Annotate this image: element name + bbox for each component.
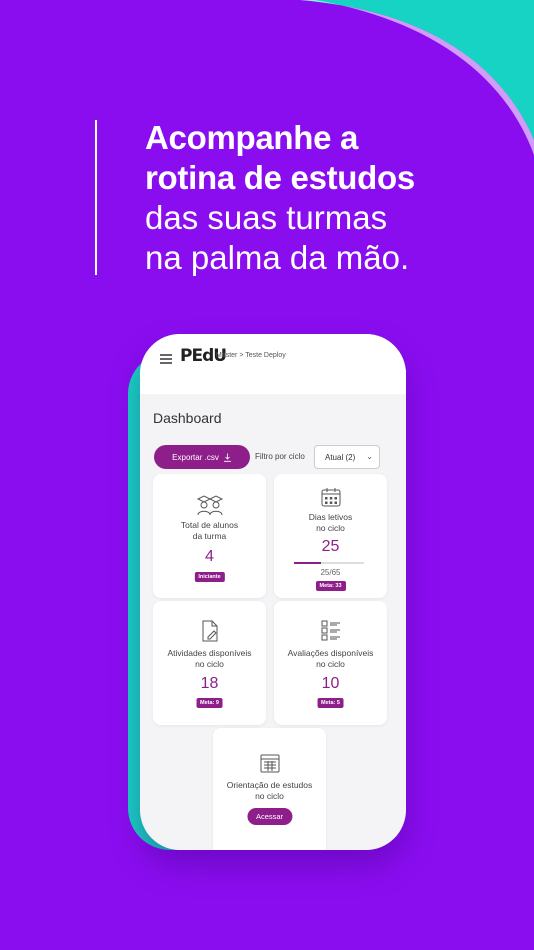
activities-label-2: no ciclo xyxy=(195,659,224,669)
document-edit-icon xyxy=(202,620,217,642)
students-badge: Iniciante xyxy=(194,572,225,582)
headline-divider xyxy=(95,120,97,275)
calendar-icon xyxy=(321,488,340,507)
menu-icon[interactable] xyxy=(160,354,172,364)
activities-label-1: Atividades disponíveis xyxy=(167,648,252,658)
download-icon xyxy=(223,453,231,462)
headline-line-1: Acompanhe a xyxy=(145,119,359,156)
days-progress-text: 25/65 xyxy=(320,568,341,577)
export-csv-label: Exportar .csv xyxy=(172,452,219,462)
days-progress-fill xyxy=(294,562,321,564)
evaluations-value: 10 xyxy=(321,675,340,692)
checklist-icon xyxy=(321,620,340,641)
headline-line-3: das suas turmas xyxy=(145,199,388,236)
activities-value: 18 xyxy=(200,675,219,692)
card-evaluations[interactable]: Avaliações disponíveis no ciclo 10 Meta:… xyxy=(274,601,387,725)
calendar-list-icon xyxy=(260,754,279,773)
card-study-guidance[interactable]: Orientação de estudos no ciclo Acessar xyxy=(213,728,326,850)
cycle-filter-value: Atual (2) xyxy=(325,452,356,462)
app-topbar: PEdU Master > Teste Deploy xyxy=(140,334,406,394)
cycle-filter-select[interactable]: Atual (2) ⌄ xyxy=(314,445,380,469)
filter-label: Filtro por ciclo xyxy=(255,452,305,461)
days-label-2: no ciclo xyxy=(316,523,345,533)
card-activities[interactable]: Atividades disponíveis no ciclo 18 Meta:… xyxy=(153,601,266,725)
chevron-down-icon: ⌄ xyxy=(366,452,373,461)
phone-screen: PEdU Master > Teste Deploy Dashboard Exp… xyxy=(140,334,406,850)
days-badge: Meta: 33 xyxy=(315,581,346,591)
days-progress-bar xyxy=(294,562,364,564)
students-label-1: Total de alunos xyxy=(180,520,239,530)
access-button[interactable]: Acessar xyxy=(246,808,293,825)
activities-badge: Meta: 9 xyxy=(196,698,223,708)
headline: Acompanhe a rotina de estudos das suas t… xyxy=(145,118,415,278)
breadcrumb[interactable]: Master > Teste Deploy xyxy=(216,352,286,359)
export-csv-button[interactable]: Exportar .csv xyxy=(154,445,250,469)
page-title: Dashboard xyxy=(153,410,222,426)
students-label-2: da turma xyxy=(192,531,227,541)
headline-line-4: na palma da mão. xyxy=(145,239,410,276)
graduates-icon xyxy=(196,495,223,516)
days-label-1: Dias letivos xyxy=(308,512,353,522)
guidance-label-1: Orientação de estudos xyxy=(226,780,313,790)
evaluations-label-1: Avaliações disponíveis xyxy=(287,648,374,658)
students-value: 4 xyxy=(205,548,214,565)
card-total-students[interactable]: Total de alunos da turma 4 Iniciante xyxy=(153,474,266,598)
guidance-label-2: no ciclo xyxy=(255,791,284,801)
headline-line-2: rotina de estudos xyxy=(145,159,415,196)
evaluations-label-2: no ciclo xyxy=(316,659,345,669)
card-school-days[interactable]: Dias letivos no ciclo 25 25/65 Meta: 33 xyxy=(274,474,387,598)
days-value: 25 xyxy=(321,538,340,555)
evaluations-badge: Meta: 5 xyxy=(317,698,344,708)
